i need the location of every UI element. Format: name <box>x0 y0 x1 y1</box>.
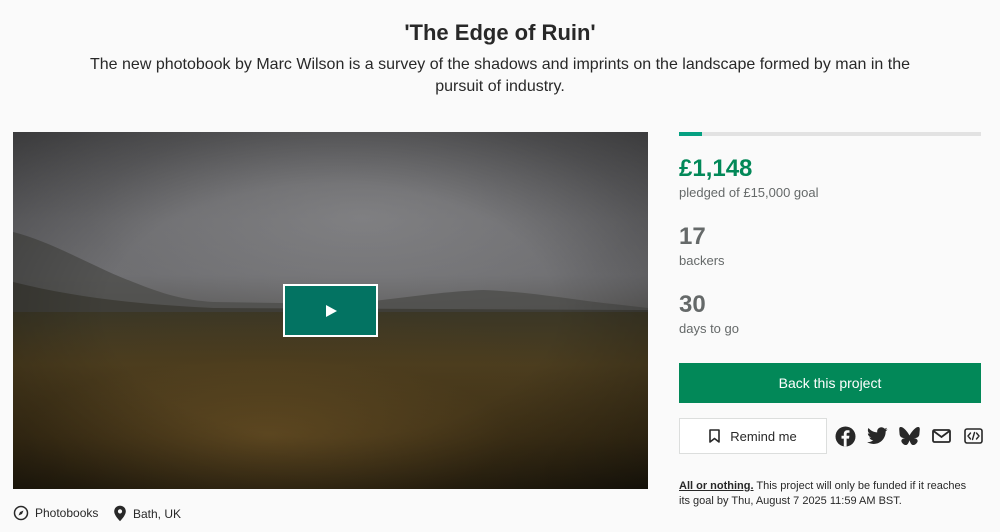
category-label: Photobooks <box>35 506 99 520</box>
location-label: Bath, UK <box>133 506 182 521</box>
location-pin-icon <box>114 505 126 522</box>
remind-me-button[interactable]: Remind me <box>679 418 827 454</box>
project-page: 'The Edge of Ruin' The new photobook by … <box>0 0 1000 532</box>
bluesky-icon[interactable] <box>898 426 920 446</box>
back-project-button[interactable]: Back this project <box>679 363 981 403</box>
backers-count: 17 <box>679 223 706 250</box>
compass-icon <box>13 505 29 521</box>
days-label: days to go <box>679 321 739 336</box>
funding-progress-bar <box>679 132 981 136</box>
embed-icon[interactable] <box>962 426 984 446</box>
email-icon[interactable] <box>930 426 952 446</box>
location-link[interactable]: Bath, UK <box>113 505 181 522</box>
pledged-label: pledged of £15,000 goal <box>679 185 819 200</box>
project-blurb: The new photobook by Marc Wilson is a su… <box>90 56 910 95</box>
twitter-icon[interactable] <box>866 426 888 446</box>
all-or-nothing-notice: All or nothing. This project will only b… <box>679 479 979 509</box>
category-link[interactable]: Photobooks <box>13 505 98 521</box>
remind-me-label: Remind me <box>730 428 797 444</box>
facebook-icon[interactable] <box>834 426 856 446</box>
all-or-nothing-link[interactable]: All or nothing. <box>679 480 754 492</box>
project-title: 'The Edge of Ruin' <box>404 20 596 45</box>
bookmark-icon <box>709 429 721 443</box>
play-icon <box>325 304 337 317</box>
funding-progress-fill <box>679 132 703 136</box>
project-video[interactable] <box>13 132 648 489</box>
backers-label: backers <box>679 253 725 268</box>
share-icons <box>834 426 984 446</box>
days-count: 30 <box>679 291 706 318</box>
pledged-amount: £1,148 <box>679 155 753 182</box>
play-button[interactable] <box>283 284 378 337</box>
